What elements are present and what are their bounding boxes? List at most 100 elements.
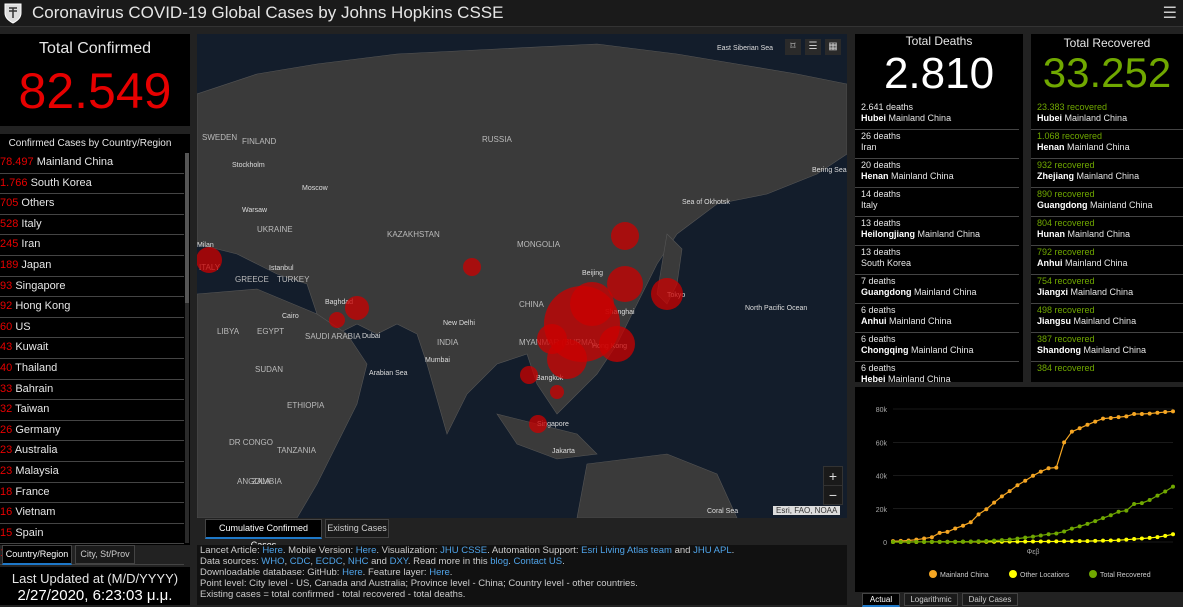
data-point	[1124, 537, 1129, 542]
who-link[interactable]: WHO	[261, 556, 284, 567]
data-point	[1132, 537, 1137, 542]
data-point	[999, 538, 1004, 543]
list-item[interactable]: 189 Japan	[0, 256, 184, 277]
data-point	[898, 539, 903, 544]
ecdc-link[interactable]: ECDC	[316, 556, 343, 567]
blog-link[interactable]: blog	[490, 556, 508, 567]
data-point	[1124, 508, 1129, 513]
tab-cumulative-confirmed[interactable]: Cumulative Confirmed Cases	[205, 519, 322, 550]
dot-text-3: .	[449, 567, 453, 578]
github-link[interactable]: Here	[342, 567, 363, 578]
list-item[interactable]: 705 Others	[0, 194, 184, 215]
recovered-row[interactable]: 23.383 recovered Hubei Mainland China	[1031, 101, 1183, 130]
data-point	[1163, 533, 1168, 538]
death-row[interactable]: 13 deaths South Korea	[855, 246, 1019, 275]
list-item[interactable]: 528 Italy	[0, 215, 184, 236]
tab-city-state[interactable]: City, St/Prov	[75, 545, 135, 564]
zoom-out-button[interactable]: −	[823, 485, 843, 505]
tab-daily-cases[interactable]: Daily Cases	[962, 593, 1018, 606]
data-point	[1031, 534, 1035, 539]
death-row[interactable]: 6 deaths Chongqing Mainland China	[855, 333, 1019, 362]
list-item[interactable]: 40 Thailand	[0, 359, 184, 380]
death-row[interactable]: 20 deaths Henan Mainland China	[855, 159, 1019, 188]
death-region: Mainland China	[914, 287, 977, 297]
list-item[interactable]: 78.497 Mainland China	[0, 153, 184, 174]
country-list-panel: Confirmed Cases by Country/Region 78.497…	[0, 134, 190, 565]
list-item[interactable]: 23 Australia	[0, 441, 184, 462]
dxy-link[interactable]: DXY	[390, 556, 408, 567]
tab-existing-cases[interactable]: Existing Cases	[325, 519, 389, 538]
legend-label: Total Recovered	[1100, 572, 1151, 579]
jhu-apl-link[interactable]: JHU APL	[693, 545, 732, 556]
data-point	[922, 539, 927, 544]
country-count: 40	[0, 361, 13, 374]
list-item[interactable]: 245 Iran	[0, 235, 184, 256]
lancet-link[interactable]: Here	[262, 545, 283, 556]
death-count: 7 deaths	[861, 276, 896, 286]
menu-icon[interactable]: ☰	[1163, 3, 1177, 23]
map-label: Bering Sea	[812, 167, 847, 174]
jhu-csse-link[interactable]: JHU CSSE	[440, 545, 487, 556]
zoom-in-button[interactable]: +	[823, 466, 843, 486]
basemap-gallery-icon[interactable]: ▦	[825, 39, 841, 55]
data-point	[1085, 539, 1090, 544]
list-item[interactable]: 93 Singapore	[0, 277, 184, 298]
list-icon[interactable]: ☰	[805, 39, 821, 55]
death-row[interactable]: 2.641 deaths Hubei Mainland China	[855, 101, 1019, 130]
recovered-row[interactable]: 754 recovered Jiangxi Mainland China	[1031, 275, 1183, 304]
y-tick-label: 40k	[876, 474, 888, 481]
death-row[interactable]: 14 deaths Italy	[855, 188, 1019, 217]
death-place: Henan	[861, 171, 889, 181]
death-row[interactable]: 13 deaths Heilongjiang Mainland China	[855, 217, 1019, 246]
list-item[interactable]: 32 Taiwan	[0, 400, 184, 421]
death-row[interactable]: 7 deaths Guangdong Mainland China	[855, 275, 1019, 304]
contact-link[interactable]: Contact US	[514, 556, 563, 567]
esri-link[interactable]: Esri Living Atlas team	[581, 545, 672, 556]
recovered-row[interactable]: 932 recovered Zhejiang Mainland China	[1031, 159, 1183, 188]
list-item[interactable]: 16 Vietnam	[0, 503, 184, 524]
data-point	[945, 539, 950, 544]
recovered-location: Hunan Mainland China	[1037, 229, 1183, 240]
info-line-1: Lancet Article: Here. Mobile Version: He…	[197, 545, 847, 556]
bubble-hongkong	[550, 385, 564, 399]
map-label: Coral Sea	[707, 508, 738, 515]
list-item[interactable]: 60 US	[0, 318, 184, 339]
country-name: Italy	[21, 217, 42, 230]
nhc-link[interactable]: NHC	[348, 556, 369, 567]
death-row[interactable]: 6 deaths Anhui Mainland China	[855, 304, 1019, 333]
bubble-japan	[651, 278, 683, 310]
and-text: and	[674, 545, 691, 556]
death-place: Anhui	[861, 316, 887, 326]
list-item[interactable]: 43 Kuwait	[0, 338, 184, 359]
tab-country-region[interactable]: Country/Region	[2, 545, 72, 565]
list-item[interactable]: 26 Germany	[0, 421, 184, 442]
death-row[interactable]: 26 deaths Iran	[855, 130, 1019, 159]
recovered-row[interactable]: 498 recovered Jiangsu Mainland China	[1031, 304, 1183, 333]
map-label: New Delhi	[443, 320, 475, 327]
death-region: Mainland China	[917, 229, 981, 239]
map-label: TURKEY	[277, 275, 310, 284]
map-view[interactable]: East Siberian Sea SWEDEN FINLAND RUSSIA Beri…	[197, 34, 847, 518]
recovered-row[interactable]: 792 recovered Anhui Mainland China	[1031, 246, 1183, 275]
tab-logarithmic[interactable]: Logarithmic	[904, 593, 958, 606]
cdc-link[interactable]: CDC	[290, 556, 311, 567]
recovered-row[interactable]: 387 recovered Shandong Mainland China	[1031, 333, 1183, 362]
recovered-row[interactable]: 804 recovered Hunan Mainland China	[1031, 217, 1183, 246]
scrollbar-thumb[interactable]	[185, 153, 189, 303]
data-point	[961, 539, 965, 544]
world-map[interactable]: East Siberian Sea SWEDEN FINLAND RUSSIA Beri…	[197, 34, 847, 518]
list-item[interactable]: 15 Spain	[0, 524, 184, 545]
recovered-row[interactable]: 890 recovered Guangdong Mainland China	[1031, 188, 1183, 217]
list-item[interactable]: 33 Bahrain	[0, 380, 184, 401]
list-item[interactable]: 92 Hong Kong	[0, 297, 184, 318]
bookmark-icon[interactable]: ⌑	[785, 39, 801, 55]
country-list-scrollbar[interactable]	[185, 153, 189, 543]
list-item[interactable]: 23 Malaysia	[0, 462, 184, 483]
data-point	[1139, 536, 1144, 541]
list-item[interactable]: 18 France	[0, 483, 184, 504]
mobile-link[interactable]: Here	[356, 545, 377, 556]
country-count: 43	[0, 341, 13, 354]
feature-layer-link[interactable]: Here	[429, 567, 450, 578]
recovered-row[interactable]: 1.068 recovered Henan Mainland China	[1031, 130, 1183, 159]
list-item[interactable]: 1.766 South Korea	[0, 174, 184, 195]
